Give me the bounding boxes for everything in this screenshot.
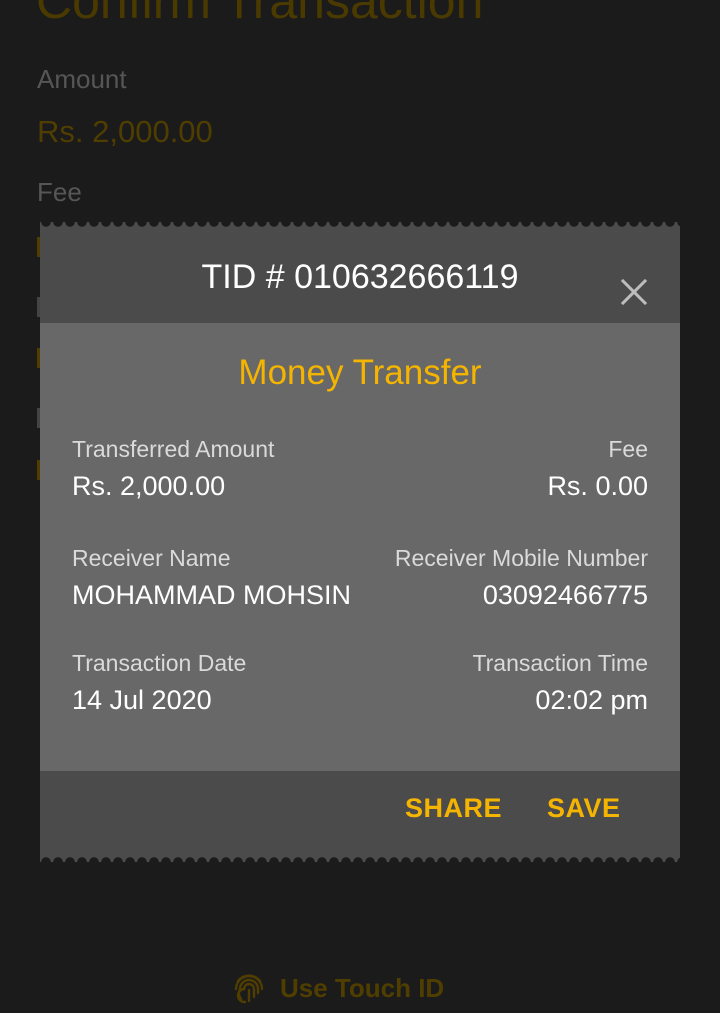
perforated-bottom-edge	[40, 850, 680, 862]
fee-label: Fee	[608, 436, 648, 462]
dialog-footer: SHARE SAVE	[40, 771, 680, 850]
receiver-name-label: Receiver Name	[72, 545, 231, 571]
dialog-body: Money Transfer Transferred Amount Rs. 2,…	[40, 323, 680, 771]
fingerprint-icon	[234, 974, 264, 1004]
transaction-type-heading: Money Transfer	[238, 353, 482, 392]
amount-label: Amount	[37, 64, 127, 94]
transferred-amount-value: Rs. 2,000.00	[72, 471, 226, 501]
transaction-time-value: 02:02 pm	[535, 685, 648, 715]
save-button[interactable]: SAVE	[547, 793, 621, 824]
receiver-mobile-value: 03092466775	[482, 580, 648, 610]
fee-label: Fee	[37, 177, 82, 207]
close-icon[interactable]	[618, 276, 650, 308]
transaction-date-value: 14 Jul 2020	[72, 685, 212, 715]
transaction-time-label: Transaction Time	[472, 650, 648, 676]
use-touch-id-button[interactable]: Use Touch ID	[232, 968, 444, 1008]
receiver-mobile-label: Receiver Mobile Number	[394, 545, 648, 571]
transferred-amount-label: Transferred Amount	[72, 436, 275, 462]
fee-value: Rs. 0.00	[547, 471, 648, 501]
transaction-receipt-dialog: TID # 010632666119 Money Transfer Transf…	[40, 222, 680, 862]
transaction-id: TID # 010632666119	[201, 258, 519, 296]
perforated-top-edge	[40, 222, 680, 234]
share-button[interactable]: SHARE	[405, 793, 502, 824]
transaction-date-label: Transaction Date	[72, 650, 247, 676]
receiver-name-value: MOHAMMAD MOHSIN	[72, 580, 351, 610]
page-title: Confirm Transaction	[36, 0, 484, 29]
dialog-header: TID # 010632666119	[40, 234, 680, 323]
amount-value: Rs. 2,000.00	[37, 114, 213, 149]
use-touch-id-label: Use Touch ID	[280, 972, 445, 1003]
